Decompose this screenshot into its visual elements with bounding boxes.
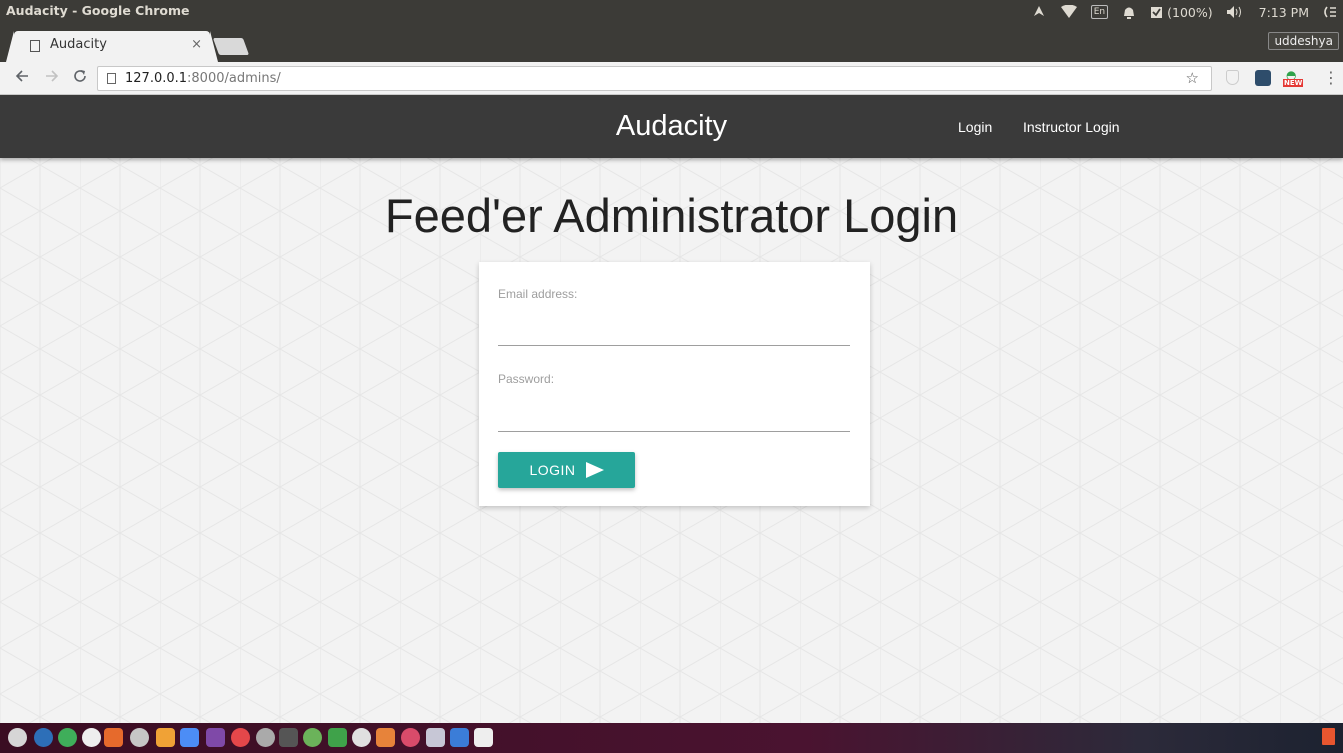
battery-percent: (100%) xyxy=(1167,4,1213,20)
monitor-icon[interactable] xyxy=(328,728,347,747)
page-icon xyxy=(30,40,40,52)
keyboard-layout-indicator[interactable]: En xyxy=(1090,5,1109,19)
nav-login-link[interactable]: Login xyxy=(958,119,992,135)
gimp-icon[interactable] xyxy=(156,728,175,747)
app-icon[interactable] xyxy=(401,728,420,747)
session-menu-icon[interactable] xyxy=(1323,5,1337,19)
password-label: Password: xyxy=(498,372,555,386)
app-icon[interactable] xyxy=(231,728,250,747)
app-icon[interactable] xyxy=(426,728,445,747)
system-tray: En (100%) 7:13 PM xyxy=(1031,2,1337,22)
email-label: Email address: xyxy=(498,287,578,301)
sync-icon[interactable] xyxy=(1031,4,1047,20)
email-field[interactable] xyxy=(498,318,850,346)
trash-icon[interactable] xyxy=(1322,728,1335,745)
browser-tab[interactable]: Audacity × xyxy=(14,31,210,62)
address-bar[interactable]: 127.0.0.1:8000/admins/ ☆ xyxy=(97,66,1212,91)
shield-extension-icon[interactable] xyxy=(1226,70,1239,85)
app-icon[interactable] xyxy=(303,728,322,747)
taskbar-dock xyxy=(0,723,1343,753)
files-icon[interactable] xyxy=(34,728,53,747)
new-extension-icon[interactable]: ◓ NEW xyxy=(1283,68,1304,87)
tab-title: Audacity xyxy=(50,37,107,52)
password-field[interactable] xyxy=(498,404,850,432)
battery-indicator[interactable]: (100%) xyxy=(1150,5,1213,20)
nav-instructor-login-link[interactable]: Instructor Login xyxy=(1023,119,1120,135)
chrome-icon[interactable] xyxy=(180,728,199,747)
page-title: Feed'er Administrator Login xyxy=(384,189,959,242)
site-navbar: Audacity Login Instructor Login xyxy=(0,96,1343,158)
browser-toolbar: 127.0.0.1:8000/admins/ ☆ ◓ NEW ⋮ xyxy=(0,62,1343,95)
spreadsheet-icon[interactable] xyxy=(58,728,77,747)
box-extension-icon[interactable] xyxy=(1255,70,1271,86)
clock[interactable]: 7:13 PM xyxy=(1259,5,1309,20)
sync-icon[interactable] xyxy=(450,728,469,747)
launcher-icon[interactable] xyxy=(8,728,27,747)
extension-new-badge: NEW xyxy=(1283,79,1304,87)
login-card: Email address: Password: LOGIN xyxy=(479,262,870,506)
web-page: Audacity Login Instructor Login Feed'er … xyxy=(0,96,1343,723)
search-icon[interactable] xyxy=(256,728,275,747)
chart-icon[interactable] xyxy=(352,728,371,747)
new-tab-button[interactable] xyxy=(212,38,250,55)
url-path: :8000/admins/ xyxy=(187,71,281,86)
window-title: Audacity - Google Chrome xyxy=(6,3,190,18)
star-icon[interactable]: ☆ xyxy=(1186,69,1199,87)
forward-arrow-icon[interactable] xyxy=(44,68,60,88)
page-icon xyxy=(107,73,116,84)
notification-icon[interactable] xyxy=(1122,5,1136,19)
login-button-label: LOGIN xyxy=(529,462,576,478)
more-menu-icon[interactable]: ⋮ xyxy=(1323,68,1339,87)
sublime-icon[interactable] xyxy=(376,728,395,747)
os-top-panel: Audacity - Google Chrome En (100%) 7:13 … xyxy=(0,0,1343,62)
app-icon[interactable] xyxy=(206,728,225,747)
close-icon[interactable]: × xyxy=(191,37,202,52)
site-brand[interactable]: Audacity xyxy=(0,110,1343,143)
terminal-icon[interactable] xyxy=(279,728,298,747)
settings-icon[interactable] xyxy=(130,728,149,747)
user-badge[interactable]: uddeshya xyxy=(1268,32,1339,50)
amazon-icon[interactable] xyxy=(82,728,101,747)
login-button[interactable]: LOGIN xyxy=(498,452,635,488)
app-icon[interactable] xyxy=(474,728,493,747)
software-center-icon[interactable] xyxy=(104,728,123,747)
wifi-icon[interactable] xyxy=(1060,5,1077,19)
back-arrow-icon[interactable] xyxy=(14,68,30,88)
url-host: 127.0.0.1 xyxy=(125,71,188,86)
volume-icon[interactable] xyxy=(1226,6,1245,18)
reload-icon[interactable] xyxy=(72,68,88,88)
url-text: 127.0.0.1:8000/admins/ xyxy=(125,71,281,86)
send-icon xyxy=(585,462,604,478)
